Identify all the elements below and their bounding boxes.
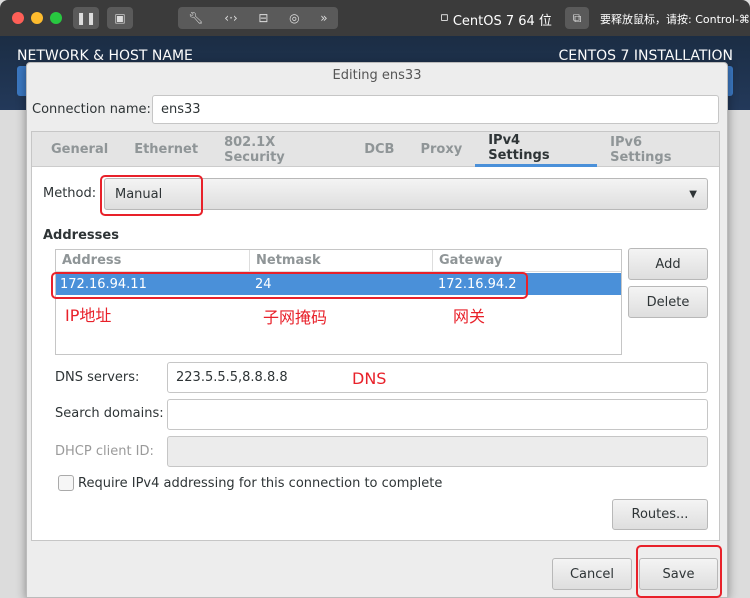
vm-file-icon: ▫	[440, 10, 449, 25]
column-header-gateway[interactable]: Gateway	[433, 250, 621, 272]
require-ipv4-checkbox[interactable]	[58, 475, 74, 491]
dhcp-client-id-label: DHCP client ID:	[55, 444, 154, 459]
require-ipv4-label[interactable]: Require IPv4 addressing for this connect…	[78, 476, 442, 491]
connection-name-input[interactable]: ens33	[152, 95, 719, 124]
connection-name-label: Connection name:	[32, 102, 151, 117]
search-domains-input[interactable]	[167, 399, 708, 430]
vm-titlebar: ❚❚ ▣ 🔧︎ ‹·› ⊟ ◎ » ▫ CentOS 7 64 位 ⧉ 要释放鼠标，请按:…	[0, 0, 750, 36]
tab-general[interactable]: General	[32, 132, 121, 167]
annotation-box-address-row	[51, 272, 528, 299]
addresses-table: Address Netmask Gateway 172.16.94.11 24 …	[55, 249, 622, 355]
annotation-box-save	[636, 545, 722, 598]
annotation-gateway: 网关	[453, 307, 486, 326]
dns-input[interactable]: 223.5.5.5,8.8.8.8	[167, 362, 708, 393]
release-mouse-hint: 要释放鼠标，请按: Control-⌘	[600, 13, 750, 26]
dialog-title: Editing ens33	[332, 68, 422, 83]
search-domains-label: Search domains:	[55, 406, 164, 421]
camera-icon[interactable]: ◎	[289, 11, 299, 25]
tab-bar: General Ethernet 802.1X Security DCB Pro…	[32, 132, 719, 167]
routes-button[interactable]: Routes...	[612, 499, 708, 530]
delete-button[interactable]: Delete	[628, 286, 708, 318]
cancel-button[interactable]: Cancel	[552, 558, 632, 590]
window-icon[interactable]: ⧉	[565, 7, 589, 29]
tab-ethernet[interactable]: Ethernet	[121, 132, 211, 167]
annotation-box-method	[100, 175, 203, 216]
addresses-label: Addresses	[43, 228, 119, 243]
vm-name: ▫ CentOS 7 64 位	[440, 10, 552, 29]
tab-proxy[interactable]: Proxy	[407, 132, 475, 167]
add-button[interactable]: Add	[628, 248, 708, 280]
column-header-address[interactable]: Address	[56, 250, 250, 272]
dropdown-arrow-icon: ▼	[689, 188, 697, 200]
close-window-button[interactable]	[12, 12, 24, 24]
minimize-window-button[interactable]	[31, 12, 43, 24]
network-icon[interactable]: ‹·›	[224, 11, 237, 25]
wrench-icon[interactable]: 🔧︎	[188, 11, 203, 25]
pause-icon[interactable]: ❚❚	[73, 7, 99, 29]
vm-toolbar-group: 🔧︎ ‹·› ⊟ ◎ »	[178, 7, 338, 29]
tab-dcb[interactable]: DCB	[351, 132, 407, 167]
annotation-ip: IP地址	[65, 306, 112, 325]
disk-icon[interactable]: ⊟	[258, 11, 268, 25]
snapshot-icon[interactable]: ▣	[107, 7, 133, 29]
column-header-netmask[interactable]: Netmask	[250, 250, 433, 272]
more-icon[interactable]: »	[320, 11, 327, 25]
tab-ipv4-settings[interactable]: IPv4 Settings	[475, 132, 598, 167]
dns-label: DNS servers:	[55, 370, 140, 385]
connection-name-value: ens33	[161, 102, 201, 117]
tab-ipv6-settings[interactable]: IPv6 Settings	[597, 132, 719, 167]
method-label: Method:	[43, 186, 97, 201]
zoom-window-button[interactable]	[50, 12, 62, 24]
tab-8021x-security[interactable]: 802.1X Security	[211, 132, 351, 167]
dns-value: 223.5.5.5,8.8.8.8	[176, 370, 288, 385]
annotation-dns: DNS	[352, 369, 387, 388]
annotation-netmask: 子网掩码	[263, 308, 328, 327]
dhcp-client-id-input	[167, 436, 708, 467]
